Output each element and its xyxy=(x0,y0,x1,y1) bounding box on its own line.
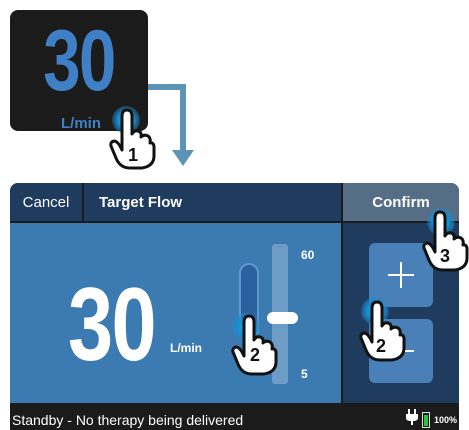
step-number-3: 3 xyxy=(440,246,451,266)
mini-flow-unit: L/min xyxy=(61,115,101,132)
flow-adjust-area: 30 L/min 60 5 xyxy=(10,223,341,403)
step-number-2: 2 xyxy=(250,345,261,365)
arrow-down-icon xyxy=(172,150,194,166)
slider-max-label: 60 xyxy=(301,248,315,262)
target-flow-unit: L/min xyxy=(170,341,202,355)
plus-icon xyxy=(388,262,414,288)
cancel-button[interactable]: Cancel xyxy=(10,183,82,221)
mini-flow-value: 30 xyxy=(43,13,116,109)
slider-min-label: 5 xyxy=(301,367,308,381)
battery-icon xyxy=(421,411,430,428)
step-number-1: 1 xyxy=(128,145,139,165)
target-flow-value: 30 xyxy=(68,267,157,383)
arrow-connector-vertical xyxy=(180,84,186,152)
status-bar: Standby - No therapy being delivered 100… xyxy=(10,409,459,430)
step-number-2-stepper: 2 xyxy=(376,336,387,356)
plug-icon xyxy=(405,409,418,430)
status-text: Standby - No therapy being delivered xyxy=(12,411,244,428)
battery-percent: 100% xyxy=(433,414,457,425)
panel-title: Target Flow xyxy=(84,183,341,221)
